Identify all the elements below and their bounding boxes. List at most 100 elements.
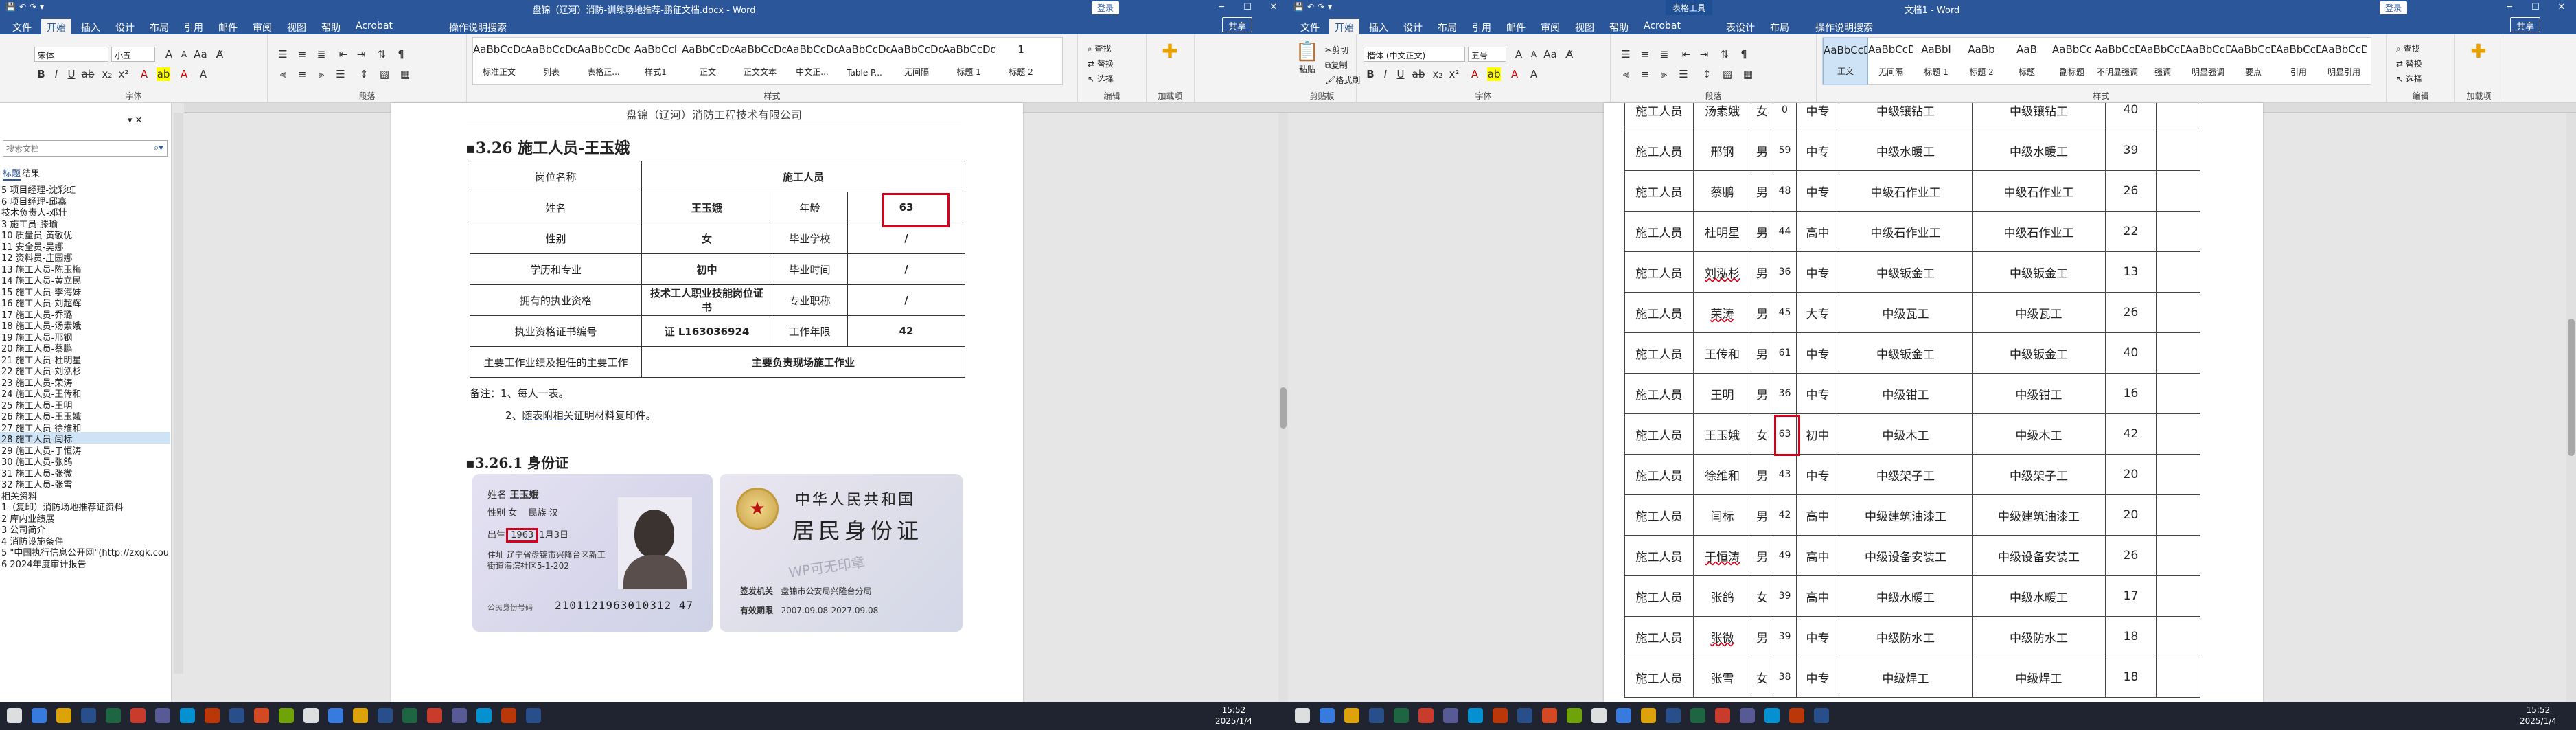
line-spacing-icon[interactable]: ↕: [1700, 67, 1714, 81]
taskbar-app-icon[interactable]: [1542, 708, 1557, 723]
tell-me-search[interactable]: 操作说明搜索: [433, 19, 512, 34]
tab-10[interactable]: Acrobat: [350, 19, 398, 34]
style-8[interactable]: AaBbCcDd 无间隔: [890, 38, 943, 84]
bullets-icon[interactable]: ☰: [276, 47, 290, 61]
nav-heading-item[interactable]: 23 施工人员-荣涛: [0, 376, 170, 387]
align-center-icon[interactable]: ≡: [295, 67, 309, 81]
search-icon[interactable]: ⌕▾: [154, 143, 163, 153]
find-button[interactable]: ⌕ 查找: [1088, 43, 1112, 54]
taskbar-app-icon[interactable]: [1814, 708, 1829, 723]
style-7[interactable]: AaBbCcD 强调: [2140, 38, 2185, 84]
numbering-icon[interactable]: ≡: [295, 47, 309, 61]
taskbar-app-icon[interactable]: [229, 708, 244, 723]
nav-heading-item[interactable]: 11 安全员-吴娜: [0, 240, 170, 251]
change-case-icon[interactable]: Aa: [194, 47, 207, 61]
nav-heading-item[interactable]: 21 施工人员-杜明星: [0, 353, 170, 365]
tab-7[interactable]: 审阅: [247, 19, 277, 34]
borders-icon[interactable]: ▦: [398, 67, 412, 81]
style-10[interactable]: AaBbCcD 引用: [2276, 38, 2321, 84]
scroll-thumb[interactable]: [2568, 319, 2575, 456]
style-2[interactable]: AaBbCcDd 表格正...: [577, 38, 630, 84]
taskbar-app-icon[interactable]: [452, 708, 467, 723]
nav-heading-item[interactable]: 3 施工员-滕瑜: [0, 217, 170, 229]
font-color-icon[interactable]: A: [1508, 67, 1521, 81]
style-6[interactable]: AaBbCcD 不明显强调: [2095, 38, 2140, 84]
shading-icon[interactable]: ▨: [378, 67, 391, 81]
vertical-scrollbar[interactable]: [1278, 113, 1288, 702]
tab-8[interactable]: 视图: [281, 19, 312, 34]
italic-icon[interactable]: I: [49, 67, 63, 81]
tab-4[interactable]: 布局: [1432, 19, 1462, 34]
tab-4[interactable]: 布局: [144, 19, 174, 34]
share-button[interactable]: 共享: [2510, 17, 2541, 32]
underline-icon[interactable]: U: [1394, 67, 1407, 81]
nav-heading-item[interactable]: 30 施工人员-张鸽: [0, 455, 170, 466]
taskbar-app-icon[interactable]: [1715, 708, 1730, 723]
minimize-icon[interactable]: ─: [1208, 0, 1234, 15]
shrink-font-icon[interactable]: A: [1527, 47, 1541, 61]
change-case-icon[interactable]: Aa: [1543, 47, 1557, 61]
align-left-icon[interactable]: ⫷: [1619, 67, 1633, 81]
style-2[interactable]: AaBbl 标题 1: [1913, 38, 1959, 84]
superscript-icon[interactable]: x²: [1447, 67, 1461, 81]
highlight-icon[interactable]: ab: [157, 67, 170, 81]
style-11[interactable]: AaBbCcD 明显引用: [2321, 38, 2367, 84]
font-name-box[interactable]: 宋体: [34, 47, 108, 62]
taskbar-app-icon[interactable]: [402, 708, 417, 723]
shading-icon[interactable]: ▨: [1721, 67, 1734, 81]
styles-gallery[interactable]: AaBbCcDd 标准正文 AaBbCcDd 列表 AaBbCcDd 表格正... AaBb…: [472, 37, 1063, 85]
align-right-icon[interactable]: ⫸: [314, 67, 328, 81]
clear-format-icon[interactable]: A̸: [213, 47, 227, 61]
maximize-icon[interactable]: ☐: [1234, 0, 1261, 15]
taskbar-app-icon[interactable]: [205, 708, 220, 723]
font-size-box[interactable]: 小五: [111, 47, 155, 62]
taskbar-app-icon[interactable]: [254, 708, 269, 723]
tab-9[interactable]: 帮助: [316, 19, 346, 34]
taskbar-app-icon[interactable]: [1394, 708, 1409, 723]
sort-icon[interactable]: ⇅: [1718, 47, 1732, 61]
taskbar-app-icon[interactable]: [427, 708, 442, 723]
tab-9[interactable]: 帮助: [1604, 19, 1634, 34]
style-5[interactable]: AaBbCcDd 正文文本: [734, 38, 786, 84]
taskbar-app-icon[interactable]: [1418, 708, 1434, 723]
taskbar-app-icon[interactable]: [1320, 708, 1335, 723]
nav-heading-item[interactable]: 22 施工人员-刘泓杉: [0, 364, 170, 376]
nav-heading-item[interactable]: 20 施工人员-蔡鹏: [0, 341, 170, 353]
format-painter-button[interactable]: 🖌格式刷: [1325, 74, 1360, 86]
nav-heading-item[interactable]: 32 施工人员-张雪: [0, 477, 170, 489]
taskbar-app-icon[interactable]: [1567, 708, 1582, 723]
style-9[interactable]: AaBbCcDd 标题 1: [943, 38, 995, 84]
taskbar-app-icon[interactable]: [328, 708, 343, 723]
taskbar-app-icon[interactable]: [1616, 708, 1631, 723]
replace-button[interactable]: ⇄ 替换: [2396, 58, 2422, 69]
tab-2[interactable]: 插入: [1364, 19, 1394, 34]
style-0[interactable]: AaBbCcDd 标准正文: [473, 38, 525, 84]
text-effects-icon[interactable]: A: [137, 67, 151, 81]
styles-gallery[interactable]: AaBbCcDd正文AaBbCcDd无间隔AaBbl标题 1AaBb标题 2Aa…: [1822, 37, 2371, 85]
style-6[interactable]: AaBbCcDd 中文正...: [786, 38, 838, 84]
nav-heading-item[interactable]: 相关资料: [0, 489, 170, 501]
line-spacing-icon[interactable]: ↕: [357, 67, 371, 81]
italic-icon[interactable]: I: [1379, 67, 1392, 81]
tab-0[interactable]: 文件: [7, 19, 37, 34]
font-size-box[interactable]: 五号: [1468, 47, 1506, 62]
align-center-icon[interactable]: ≡: [1638, 67, 1652, 81]
taskbar-app-icon[interactable]: [303, 708, 319, 723]
style-8[interactable]: AaBbCcD 明显强调: [2185, 38, 2231, 84]
style-4[interactable]: AaB 标题: [2004, 38, 2049, 84]
tell-me-search[interactable]: 操作说明搜索: [1799, 19, 1878, 34]
nav-heading-item[interactable]: 10 质量员-黄敬优: [0, 228, 170, 240]
paste-button[interactable]: 📋 粘贴: [1289, 40, 1325, 75]
nav-search-input[interactable]: 搜索文档: [3, 140, 168, 157]
taskbar-app-icon[interactable]: [476, 708, 492, 723]
decrease-indent-icon[interactable]: ⇤: [1679, 47, 1693, 61]
addin-button[interactable]: ✚: [2461, 40, 2496, 63]
tab-1[interactable]: 开始: [1329, 19, 1359, 34]
taskbar-app-icon[interactable]: [1295, 708, 1310, 723]
grow-font-icon[interactable]: A: [162, 47, 176, 61]
taskbar-app-icon[interactable]: [1641, 708, 1656, 723]
show-marks-icon[interactable]: ¶: [1737, 47, 1751, 61]
vertical-scrollbar[interactable]: [2566, 113, 2576, 702]
nav-tab-results[interactable]: 结果: [22, 166, 40, 179]
copy-button[interactable]: ⧉复制: [1325, 59, 1348, 71]
